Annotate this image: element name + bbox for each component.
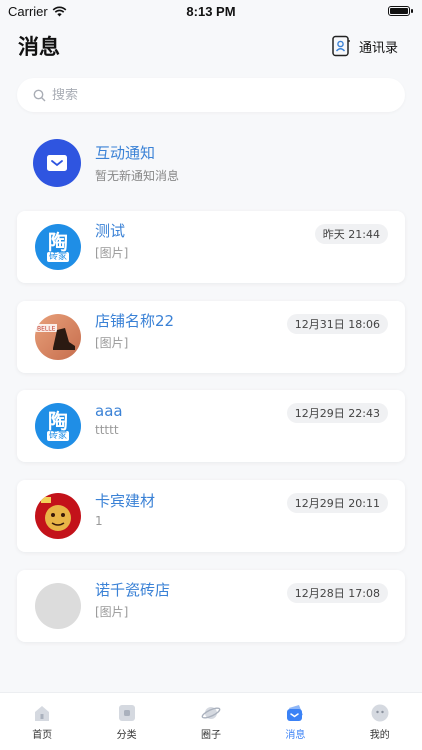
conversation-item[interactable]: 陶 砖家 aaa ttttt 12月29日 22:43 xyxy=(17,390,405,462)
tab-messages[interactable]: 消息 xyxy=(265,703,325,741)
conversation-last-message: [图片] xyxy=(95,245,129,260)
avatar: 陶 砖家 xyxy=(35,403,81,449)
time-badge: 12月31日 18:06 xyxy=(286,314,388,334)
tab-circle[interactable]: 圈子 xyxy=(181,703,241,741)
conversation-item[interactable]: 陶 砖家 测试 [图片] 昨天 21:44 xyxy=(17,211,405,283)
notice-title: 互动通知 xyxy=(95,144,156,162)
status-time: 8:13 PM xyxy=(186,3,236,19)
avatar xyxy=(35,583,81,629)
conversation-item[interactable]: 诺千瓷砖店 [图片] 12月28日 17:08 xyxy=(17,570,405,642)
notice-subtitle: 暂无新通知消息 xyxy=(95,169,180,183)
home-icon xyxy=(35,706,50,721)
tiger-image xyxy=(41,497,71,531)
message-icon xyxy=(287,705,304,721)
search-input[interactable] xyxy=(52,87,372,103)
tab-category[interactable]: 分类 xyxy=(97,703,157,741)
notice-avatar xyxy=(33,139,81,187)
time-badge: 昨天 21:44 xyxy=(314,224,388,244)
time-badge: 12月29日 22:43 xyxy=(286,403,388,423)
planet-icon xyxy=(201,707,221,719)
contacts-label: 通讯录 xyxy=(358,40,398,56)
tab-home[interactable]: 首页 xyxy=(12,703,72,741)
shoe-image: BELLE xyxy=(35,324,75,350)
svg-text:BELLE: BELLE xyxy=(37,326,56,333)
search-icon xyxy=(33,89,46,101)
status-bar: Carrier 8:13 PM xyxy=(0,0,422,22)
mail-icon xyxy=(47,155,67,171)
conversation-last-message: ttttt xyxy=(95,422,119,437)
tab-bar: 首页 分类 圈子 消息 我的 xyxy=(0,692,422,750)
conversation-item[interactable]: 卡宾建材 1 12月29日 20:11 xyxy=(17,480,405,552)
category-icon xyxy=(118,705,135,721)
avatar: 陶 砖家 xyxy=(35,224,81,270)
profile-icon xyxy=(371,704,389,722)
battery-icon xyxy=(388,6,413,16)
header: 消息 通讯录 xyxy=(0,28,422,64)
search-bar[interactable] xyxy=(17,78,405,112)
conversation-item[interactable]: BELLE 店铺名称22 [图片] 12月31日 18:06 xyxy=(17,301,405,373)
avatar: BELLE xyxy=(35,314,81,360)
status-left: Carrier xyxy=(8,4,67,19)
conversation-last-message: 1 xyxy=(95,514,103,528)
avatar xyxy=(35,493,81,539)
page-title: 消息 xyxy=(18,35,60,59)
contacts-button[interactable]: 通讯录 xyxy=(331,35,398,57)
carrier-label: Carrier xyxy=(8,3,48,19)
time-badge: 12月28日 17:08 xyxy=(286,583,388,603)
wifi-icon xyxy=(52,6,67,16)
conversation-last-message: [图片] xyxy=(95,335,129,350)
notice-text: 互动通知 暂无新通知消息 xyxy=(95,142,179,184)
interaction-notice[interactable]: 互动通知 暂无新通知消息 xyxy=(33,138,393,188)
time-badge: 12月29日 20:11 xyxy=(286,493,388,513)
tab-profile[interactable]: 我的 xyxy=(350,703,410,741)
contacts-icon xyxy=(332,35,350,57)
conversation-last-message: [图片] xyxy=(95,604,129,619)
